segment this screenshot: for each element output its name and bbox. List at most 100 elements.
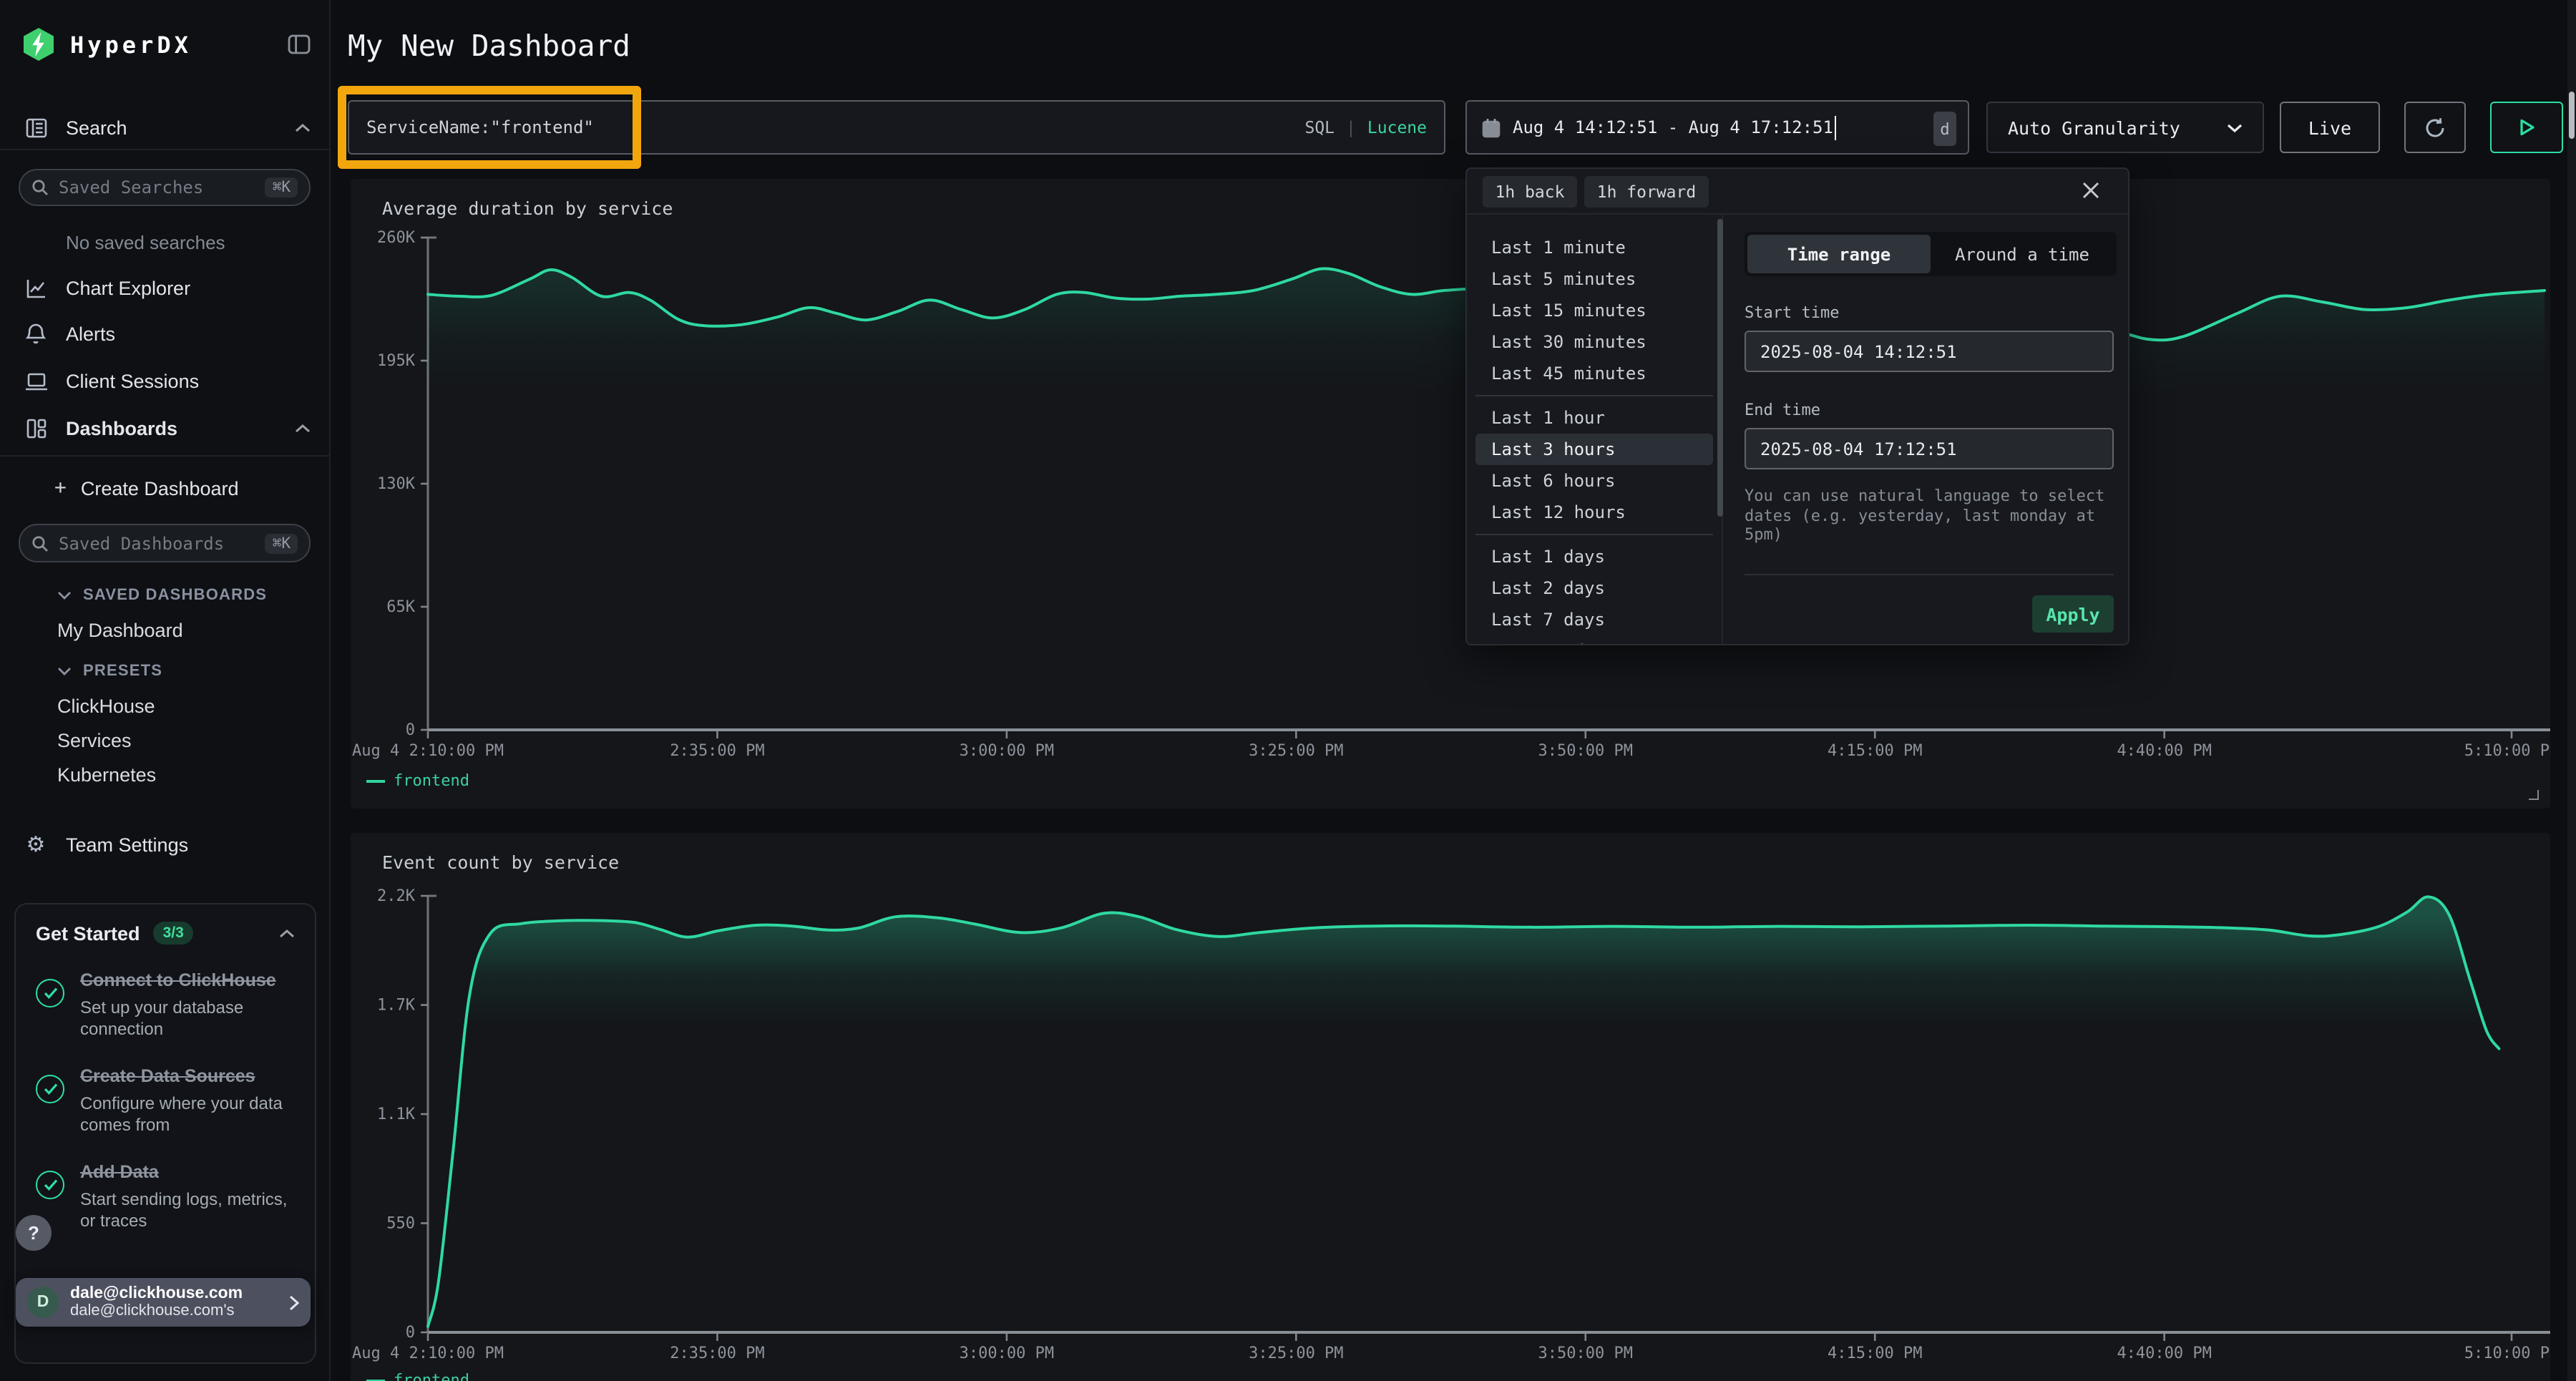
get-started-header[interactable]: Get Started 3/3 [36,922,295,945]
check-circle-icon [36,1075,64,1103]
time-range-option[interactable]: Last 12 hours [1475,497,1713,528]
time-range-option[interactable]: Last 14 days [1475,635,1713,645]
x-axis-tick-label: 5:10:00 PM [2464,1345,2550,1362]
chart-legend[interactable]: frontend [366,771,469,790]
create-dashboard-button[interactable]: + Create Dashboard [0,469,331,507]
presets-header[interactable]: PRESETS [0,653,331,690]
live-button[interactable]: Live [2280,102,2380,153]
time-range-option[interactable]: Last 5 minutes [1475,263,1713,295]
sidebar-item-label: Dashboards [66,417,177,439]
x-axis-tick-label: 3:50:00 PM [1538,1345,1633,1362]
sidebar: HyperDX Search Saved Searches ⌘K No save… [0,0,331,1381]
x-axis-tick-label: 4:15:00 PM [1828,742,1922,760]
run-query-button[interactable] [2490,102,2563,153]
sidebar-item-client-sessions[interactable]: Client Sessions [0,362,331,399]
divider [1475,534,1713,535]
line-chart-canvas: 065K130K195K260KAug 4 2:10:00 PM2:35:00 … [351,179,2550,809]
sidebar-item-search[interactable]: Search [0,109,331,146]
time-range-option[interactable]: Last 6 hours [1475,465,1713,497]
time-range-option[interactable]: Last 3 hours [1475,434,1713,465]
account-subtitle: dale@clickhouse.com's [70,1302,243,1320]
natural-language-note: You can use natural language to select d… [1745,487,2117,545]
y-axis-tick-label: 65K [386,598,415,616]
chevron-up-icon[interactable] [279,928,295,938]
help-button[interactable]: ? [16,1215,52,1251]
page-scrollbar[interactable] [2567,0,2576,1381]
saved-dashboards-placeholder: Saved Dashboards [59,533,224,553]
sidebar-collapse-icon[interactable] [288,34,311,54]
sidebar-item-label: Chart Explorer [66,277,190,298]
x-axis-tick-label: 3:00:00 PM [960,1345,1054,1362]
saved-searches-input[interactable]: Saved Searches ⌘K [19,169,311,206]
time-range-option[interactable]: Last 45 minutes [1475,358,1713,389]
sidebar-item-chart-explorer[interactable]: Chart Explorer [0,269,331,306]
get-started-item[interactable]: Add Data Start sending logs, metrics, or… [36,1159,295,1232]
close-icon[interactable] [2081,180,2104,203]
plus-icon: + [54,477,67,499]
get-started-item[interactable]: Connect to ClickHouse Set up your databa… [36,967,295,1040]
avatar: D [27,1287,59,1318]
x-axis-tick-label: Aug 4 2:10:00 PM [352,742,504,760]
sidebar-item-label: Client Sessions [66,370,199,391]
end-time-input[interactable]: 2025-08-04 17:12:51 [1745,428,2114,469]
refresh-icon [2423,115,2447,140]
shift-back-button[interactable]: 1h back [1483,176,1577,208]
divider [1475,395,1713,396]
time-range-input[interactable]: Aug 4 14:12:51 - Aug 4 17:12:51 d [1465,100,1969,155]
x-axis-tick-label: 2:35:00 PM [670,742,764,760]
brand-row: HyperDX [0,26,331,63]
apply-button[interactable]: Apply [2032,595,2114,633]
sidebar-item-services[interactable]: Services [0,721,331,758]
get-started-badge: 3/3 [153,922,194,945]
y-axis-tick-label: 260K [377,229,416,247]
sidebar-item-team-settings[interactable]: ⚙ Team Settings [0,826,331,863]
hyperdx-logo-icon [20,26,57,63]
legend-label: frontend [394,771,469,790]
sidebar-item-my-dashboard[interactable]: My Dashboard [0,611,331,648]
get-started-item-desc: Configure where your data comes from [80,1093,295,1136]
get-started-item-desc: Set up your database connection [80,997,295,1040]
time-range-option[interactable]: Last 1 minute [1475,232,1713,263]
search-icon [31,535,49,552]
sidebar-item-dashboards[interactable]: Dashboards [0,409,331,446]
tab-time-range[interactable]: Time range [1747,235,1931,273]
x-axis-tick-label: 3:00:00 PM [960,742,1054,760]
mode-sql-toggle[interactable]: SQL [1304,117,1335,137]
account-chip[interactable]: D dale@clickhouse.com dale@clickhouse.co… [16,1278,311,1327]
shift-forward-button[interactable]: 1h forward [1584,176,1709,208]
page-scrollbar-thumb[interactable] [2569,92,2575,139]
time-range-option[interactable]: Last 1 days [1475,541,1713,572]
sidebar-item-alerts[interactable]: Alerts [0,315,331,352]
saved-dashboards-header[interactable]: SAVED DASHBOARDS [0,577,331,614]
time-range-option[interactable]: Last 15 minutes [1475,295,1713,326]
laptop-icon [23,368,49,394]
y-axis-tick-label: 0 [406,721,415,739]
chart-explorer-icon [23,275,49,301]
x-axis-tick-label: 3:25:00 PM [1249,742,1343,760]
time-range-option[interactable]: Last 7 days [1475,604,1713,635]
start-time-input[interactable]: 2025-08-04 14:12:51 [1745,331,2114,372]
mode-lucene-toggle[interactable]: Lucene [1367,117,1427,137]
chart-legend[interactable]: frontend [366,1371,469,1381]
start-time-label: Start time [1745,303,1839,322]
granularity-value: Auto Granularity [2008,117,2180,138]
sidebar-item-kubernetes[interactable]: Kubernetes [0,756,331,793]
sidebar-item-clickhouse[interactable]: ClickHouse [0,687,331,724]
time-range-option[interactable]: Last 2 days [1475,572,1713,604]
granularity-select[interactable]: Auto Granularity [1986,102,2264,153]
panel-resize-handle[interactable] [2529,790,2539,800]
time-range-option[interactable]: Last 1 hour [1475,402,1713,434]
legend-swatch [366,779,385,782]
saved-dashboards-input[interactable]: Saved Dashboards ⌘K [19,524,311,562]
chevron-down-icon [57,667,72,675]
y-axis-tick-label: 2.2K [377,887,416,905]
get-started-title: Get Started [36,922,140,944]
annotation-highlight [338,86,641,169]
refresh-button[interactable] [2404,102,2466,153]
time-range-option[interactable]: Last 30 minutes [1475,326,1713,358]
tab-around-a-time[interactable]: Around a time [1931,235,2114,273]
scrollbar-thumb[interactable] [1717,219,1723,517]
x-axis-tick-label: 2:35:00 PM [670,1345,764,1362]
divider [1745,574,2114,575]
get-started-item[interactable]: Create Data Sources Configure where your… [36,1063,295,1136]
